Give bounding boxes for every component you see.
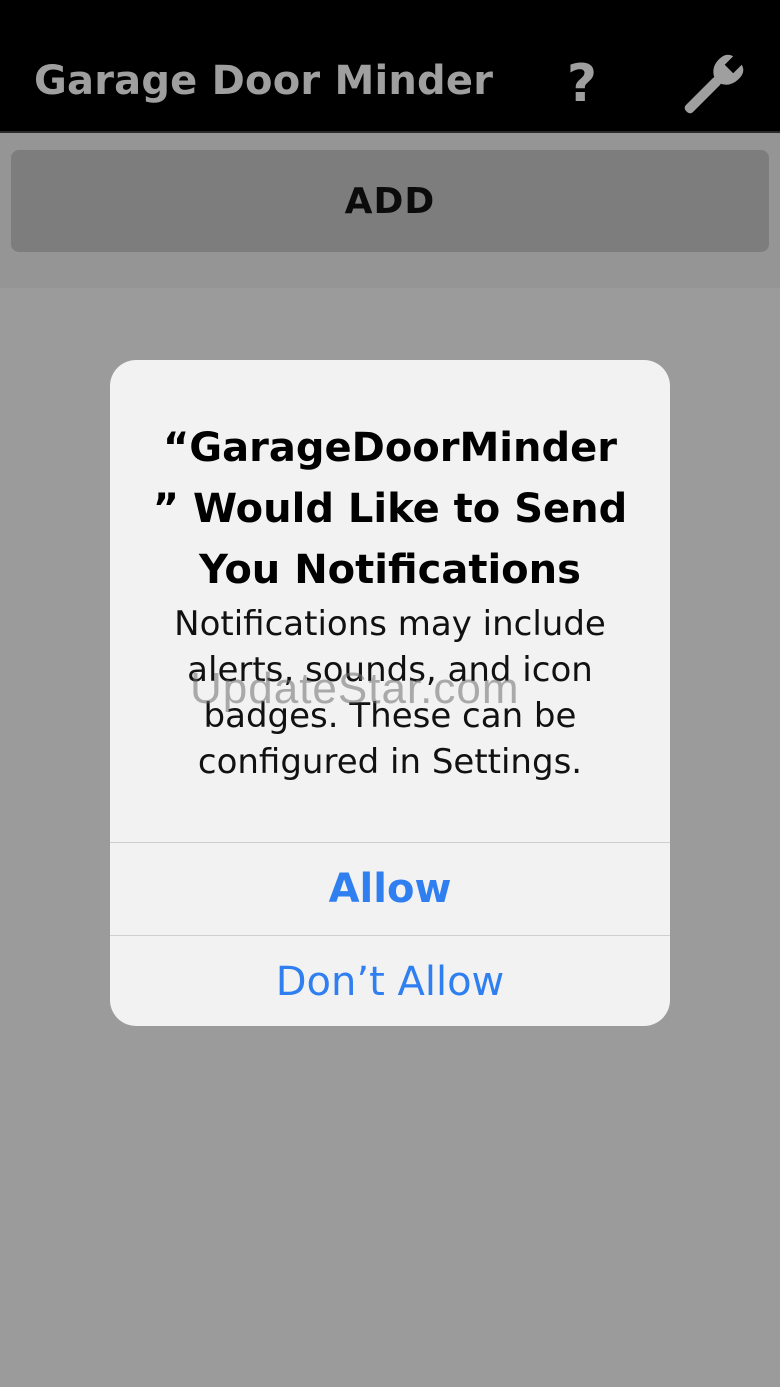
watermark: UpdateStar.com — [190, 664, 520, 713]
toolbar-area: ADD — [0, 133, 780, 288]
question-icon: ? — [566, 54, 598, 114]
settings-button[interactable] — [676, 50, 748, 122]
wrench-icon — [684, 54, 744, 114]
help-button[interactable]: ? — [558, 52, 606, 116]
add-button[interactable]: ADD — [11, 150, 769, 252]
app-title: Garage Door Minder — [34, 58, 494, 104]
allow-button[interactable]: Allow — [110, 843, 670, 935]
dont-allow-button[interactable]: Don’t Allow — [110, 936, 670, 1026]
app-bar: Garage Door Minder ? — [0, 0, 780, 133]
alert-title: “GarageDoorMinder ” Would Like to Send Y… — [152, 425, 628, 593]
